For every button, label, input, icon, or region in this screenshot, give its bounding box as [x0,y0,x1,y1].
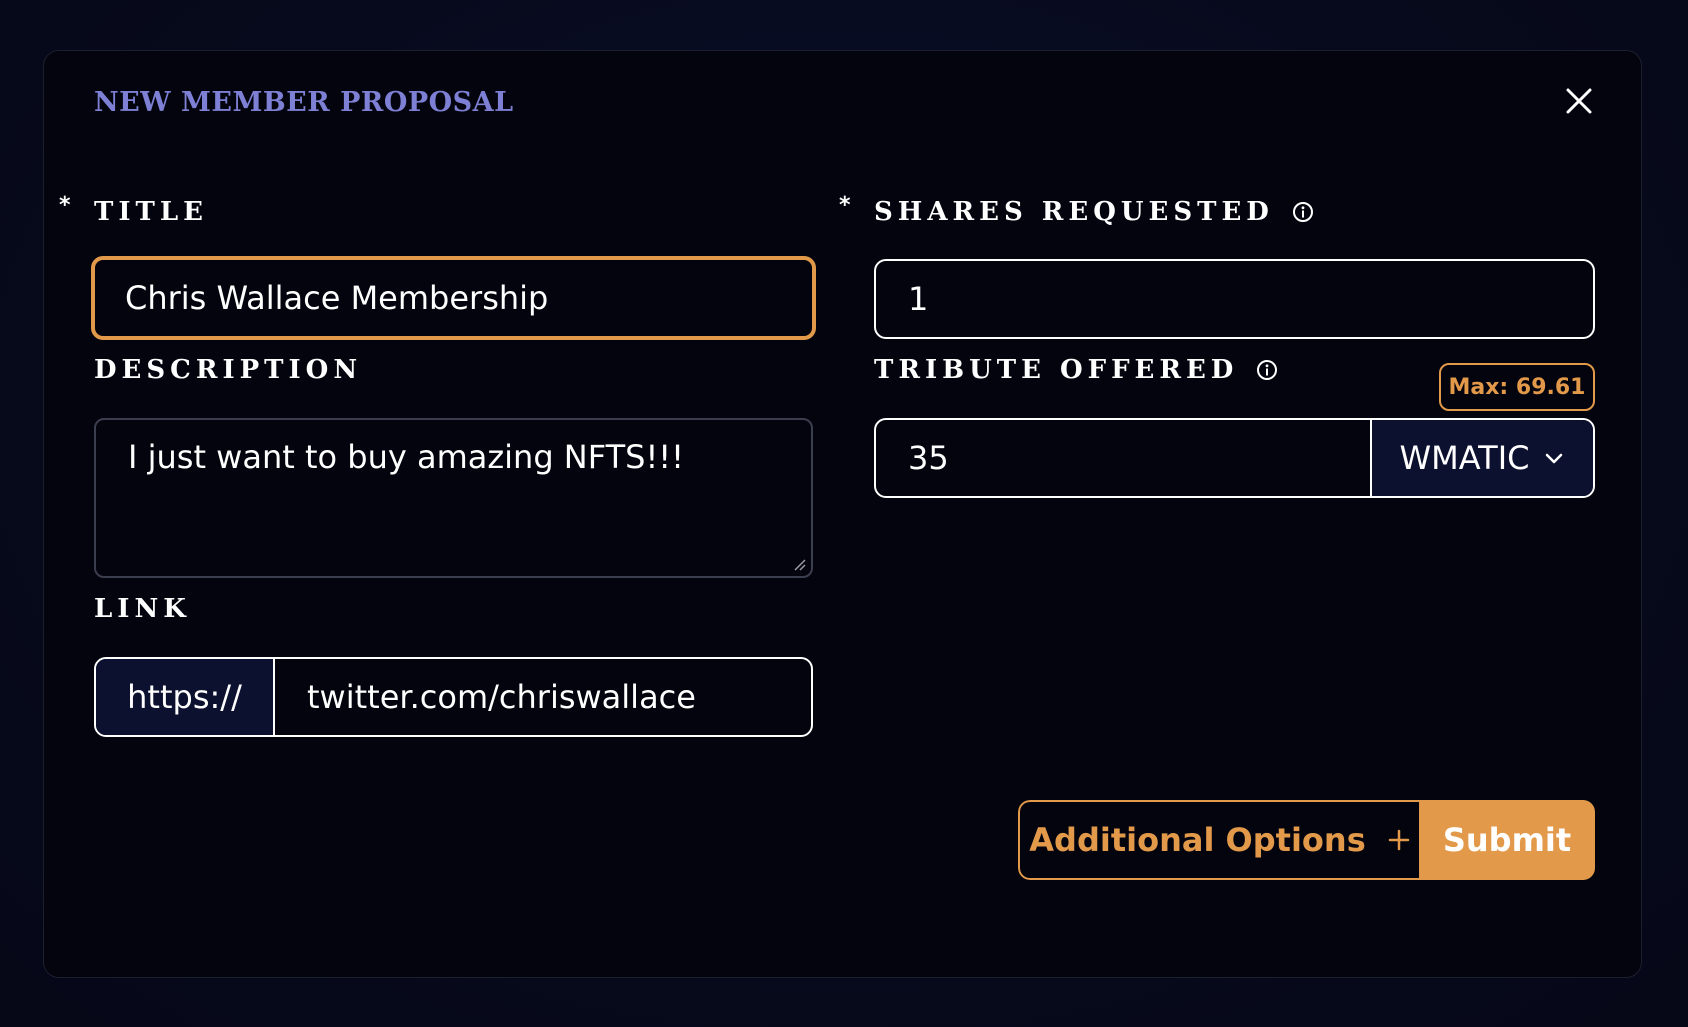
link-input-group: https:// twitter.com/chriswallace [94,657,813,737]
tribute-offered-label: TRIBUTE OFFERED [874,355,1278,385]
plus-icon [1388,829,1409,851]
description-text: I just want to buy amazing NFTS!!! [128,438,684,476]
close-button[interactable] [1563,85,1595,117]
action-buttons: Additional Options Submit [1018,800,1595,880]
additional-options-button[interactable]: Additional Options [1018,800,1419,880]
shares-label-text: SHARES REQUESTED [874,197,1274,227]
token-select[interactable]: WMATIC [1372,420,1593,496]
tribute-label-text: TRIBUTE OFFERED [874,355,1239,385]
description-textarea[interactable]: I just want to buy amazing NFTS!!! [94,418,813,578]
new-member-proposal-modal: NEW MEMBER PROPOSAL * TITLE Chris Wallac… [43,50,1642,978]
tribute-input-group: 35 WMATIC [874,418,1595,498]
title-label-text: TITLE [94,197,208,227]
link-label-text: LINK [94,594,191,624]
link-input[interactable]: twitter.com/chriswallace [275,659,811,735]
description-label-text: DESCRIPTION [94,355,363,385]
shares-requested-label: SHARES REQUESTED [874,197,1314,227]
shares-requested-input[interactable]: 1 [874,259,1595,339]
required-asterisk-icon: * [59,193,71,218]
max-tribute-button[interactable]: Max: 69.61 [1439,363,1595,411]
info-icon[interactable] [1256,359,1278,381]
resize-grip-icon[interactable] [791,556,807,572]
token-select-value: WMATIC [1399,439,1530,477]
info-icon[interactable] [1292,201,1314,223]
close-icon [1566,88,1592,114]
modal-title: NEW MEMBER PROPOSAL [94,87,514,118]
tribute-offered-input[interactable]: 35 [876,420,1372,496]
additional-options-label: Additional Options [1029,821,1366,859]
submit-button[interactable]: Submit [1419,800,1595,880]
description-label: DESCRIPTION [94,355,362,385]
link-prefix: https:// [96,659,275,735]
link-label: LINK [94,594,191,624]
title-input[interactable]: Chris Wallace Membership [91,256,816,340]
chevron-down-icon [1546,453,1563,464]
title-label: TITLE [94,197,208,227]
required-asterisk-icon: * [839,193,851,218]
